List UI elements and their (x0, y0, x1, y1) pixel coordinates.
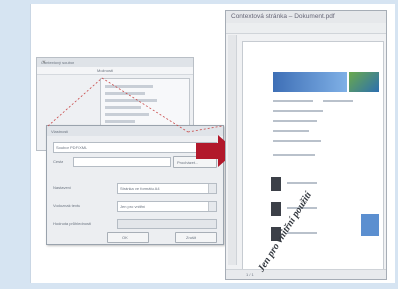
text-line (273, 130, 309, 132)
text-line (273, 140, 321, 142)
text-line (323, 100, 353, 102)
thumbnail-image (271, 202, 281, 216)
text-line (273, 110, 323, 112)
side-image (361, 214, 379, 236)
document-title: Contextová stránka – Dokument.pdf (231, 13, 335, 20)
callout-line (101, 77, 189, 133)
document-statusbar: 1 / 1 (226, 269, 386, 279)
document-window: Contextová stránka – Dokument.pdf 1 / 1 (225, 10, 387, 280)
thumbnail-image (271, 177, 281, 191)
text-line (273, 154, 315, 156)
page-banner (273, 72, 347, 92)
document-toolbar (226, 23, 386, 34)
page-photo (349, 72, 379, 92)
text-line (287, 232, 317, 234)
callout-line (187, 125, 223, 133)
document-sidebar (228, 35, 237, 265)
page-counter: 1 / 1 (246, 272, 254, 277)
text-line (287, 182, 317, 184)
text-line (273, 120, 317, 122)
document-page (242, 41, 384, 271)
callout-line (47, 77, 103, 127)
text-line (273, 100, 313, 102)
